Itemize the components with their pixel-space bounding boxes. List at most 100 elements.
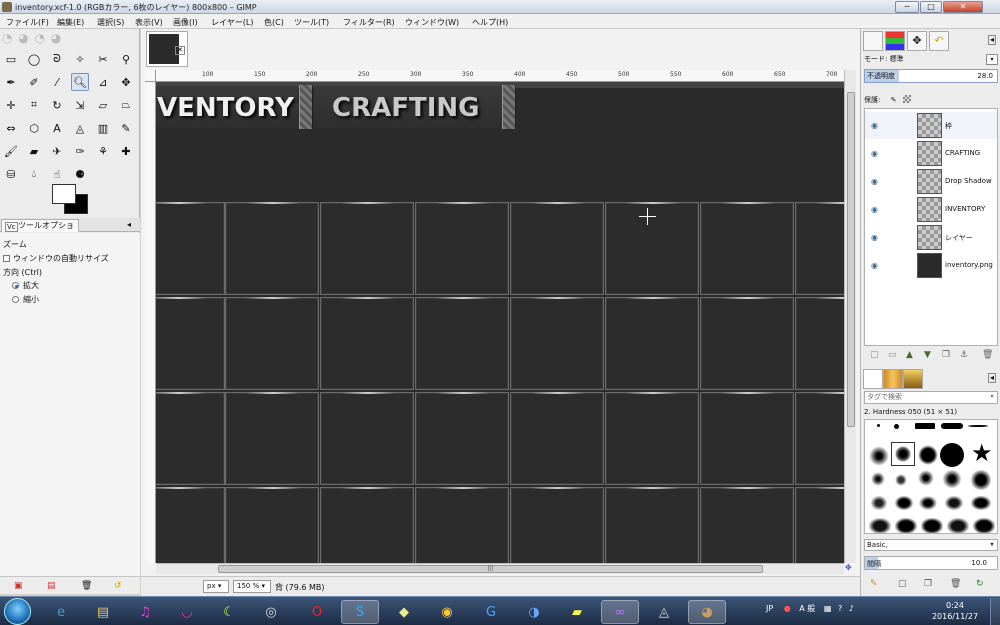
refresh-brushes-icon[interactable]: ↻: [976, 579, 984, 589]
reset-options-icon[interactable]: ↺: [114, 581, 122, 591]
edit-brush-icon[interactable]: ✎: [870, 579, 878, 589]
language-indicator[interactable]: JP: [766, 604, 773, 613]
brush-swatch[interactable]: [918, 470, 934, 486]
tab-layers[interactable]: [863, 31, 883, 51]
paths-icon[interactable]: ✒: [2, 73, 20, 91]
lips-app-icon[interactable]: ◡: [168, 600, 206, 624]
pencil-icon[interactable]: ✎: [117, 119, 135, 137]
raise-layer-icon[interactable]: ▲: [906, 350, 913, 360]
opera-icon[interactable]: O: [298, 600, 336, 624]
brush-swatch[interactable]: [871, 472, 885, 486]
brush-swatch[interactable]: [918, 445, 938, 465]
layer-name[interactable]: inventory.png: [945, 261, 993, 269]
visual-studio-icon[interactable]: ∞: [601, 600, 639, 624]
brush-swatch[interactable]: [895, 496, 913, 510]
blend-icon[interactable]: ▥: [94, 119, 112, 137]
duplicate-layer-icon[interactable]: ❐: [942, 350, 950, 360]
obs-icon[interactable]: ◎: [252, 600, 290, 624]
app-b-icon[interactable]: ◑: [515, 600, 553, 624]
close-button[interactable]: ✕: [943, 1, 983, 13]
tab-brushes[interactable]: [863, 369, 883, 389]
brush-swatch[interactable]: [971, 496, 991, 510]
lock-alpha-icon[interactable]: [902, 95, 911, 103]
smudge-icon[interactable]: ☝: [48, 165, 66, 183]
image-canvas[interactable]: VENTORY CRAFTING: [156, 82, 844, 563]
close-image-tab-icon[interactable]: ✕: [175, 46, 185, 55]
panel-menu-icon[interactable]: ◂: [127, 220, 131, 229]
shear-icon[interactable]: ▱: [94, 96, 112, 114]
scissors-icon[interactable]: ✂: [94, 50, 112, 68]
fuzzy-select-icon[interactable]: ✧: [71, 50, 89, 68]
heal-icon[interactable]: ⛁: [2, 165, 20, 183]
color-picker-icon[interactable]: ✐: [25, 73, 43, 91]
maximize-button[interactable]: □: [920, 1, 942, 13]
unity-icon[interactable]: ◬: [645, 600, 683, 624]
tray-help-icon[interactable]: ?: [838, 604, 842, 613]
tray-volume-icon[interactable]: ♪: [849, 604, 854, 613]
brushes-menu-icon[interactable]: ◂: [987, 373, 996, 383]
selected-brush-swatch[interactable]: [891, 442, 915, 466]
vertical-scroll-thumb[interactable]: [847, 92, 855, 427]
ellipse-select-icon[interactable]: ◯: [25, 50, 43, 68]
zoom-out-radio[interactable]: [12, 296, 19, 303]
preset-dropdown-icon[interactable]: ▾: [987, 540, 997, 550]
menu-select[interactable]: 選択(S): [97, 17, 124, 28]
crop-icon[interactable]: ⌗: [25, 96, 43, 114]
brush-swatch[interactable]: [943, 470, 961, 488]
ruler-corner[interactable]: [145, 70, 156, 82]
lock-pixels-icon[interactable]: ✎: [891, 96, 897, 104]
new-layer-group-icon[interactable]: ▭: [888, 350, 897, 360]
tag-dropdown-icon[interactable]: ▾: [987, 392, 997, 403]
flip-icon[interactable]: ⇔: [2, 119, 20, 137]
menu-help[interactable]: ヘルプ(H): [472, 17, 508, 28]
layer-name[interactable]: CRAFTING: [945, 149, 980, 157]
brush-swatch[interactable]: [973, 518, 995, 533]
tab-channels[interactable]: [885, 31, 905, 51]
taskbar-clock[interactable]: 0:24 2016/11/27: [925, 600, 985, 622]
brush-swatch[interactable]: [941, 423, 963, 429]
brush-spacing-slider[interactable]: 間隔 10.0: [864, 556, 998, 570]
show-desktop-button[interactable]: [990, 598, 1000, 625]
align-icon[interactable]: ✛: [2, 96, 20, 114]
sticky-notes-icon[interactable]: ▰: [558, 600, 596, 624]
unit-select[interactable]: px ▾: [203, 580, 229, 593]
tab-tool-options[interactable]: Vc ツールオプション: [1, 219, 79, 242]
brush-swatch[interactable]: [877, 424, 880, 427]
brush-tag-search[interactable]: タグで検索 ▾: [864, 391, 998, 404]
layer-name[interactable]: INVENTORY: [945, 205, 985, 213]
tab-gradients[interactable]: [903, 369, 923, 389]
visibility-eye-icon[interactable]: ◉: [871, 233, 881, 242]
layer-mode-row[interactable]: モード: 標準 ▾: [864, 54, 998, 66]
free-select-icon[interactable]: ᘐ: [48, 50, 66, 68]
mode-dropdown-icon[interactable]: ▾: [986, 54, 998, 65]
cage-icon[interactable]: ⬡: [25, 119, 43, 137]
layer-row[interactable]: ◉ Drop Shadow: [865, 168, 997, 195]
perspective-icon[interactable]: ⏢: [117, 96, 135, 114]
new-layer-icon[interactable]: ▢: [870, 350, 879, 360]
delete-brush-icon[interactable]: 🗑︎: [950, 579, 961, 589]
fg-bg-color-swatches[interactable]: [52, 184, 88, 214]
visibility-eye-icon[interactable]: ◉: [871, 121, 881, 130]
horizontal-ruler[interactable]: 100 150 200 250 300 350 400 450 500 550 …: [156, 70, 844, 82]
layer-row[interactable]: ◉ レイヤー: [865, 224, 997, 251]
menu-file[interactable]: ファイル(F): [6, 17, 49, 28]
menu-tools[interactable]: ツール(T): [294, 17, 329, 28]
ink-icon[interactable]: ✑: [71, 142, 89, 160]
menu-image[interactable]: 画像(I): [173, 17, 198, 28]
brush-swatch[interactable]: [915, 423, 935, 429]
paintbrush-icon[interactable]: 🖌︎: [2, 142, 20, 160]
new-brush-icon[interactable]: ▢: [898, 579, 907, 589]
zoom-out-option[interactable]: 縮小: [12, 294, 39, 305]
lower-layer-icon[interactable]: ▼: [924, 350, 931, 360]
visibility-eye-icon[interactable]: ◉: [871, 149, 881, 158]
file-explorer-icon[interactable]: ▤: [84, 600, 122, 624]
airbrush-icon[interactable]: ✈: [48, 142, 66, 160]
brush-swatch[interactable]: [945, 496, 963, 510]
zoom-select[interactable]: 150 % ▾: [233, 580, 271, 593]
brush-preset-select[interactable]: Basic, ▾: [864, 539, 998, 551]
visibility-eye-icon[interactable]: ◉: [871, 177, 881, 186]
app-g-icon[interactable]: G: [472, 600, 510, 624]
opacity-slider[interactable]: 不透明度 28.0: [864, 69, 998, 83]
brush-swatch[interactable]: [921, 518, 943, 533]
menu-layer[interactable]: レイヤー(L): [211, 17, 253, 28]
